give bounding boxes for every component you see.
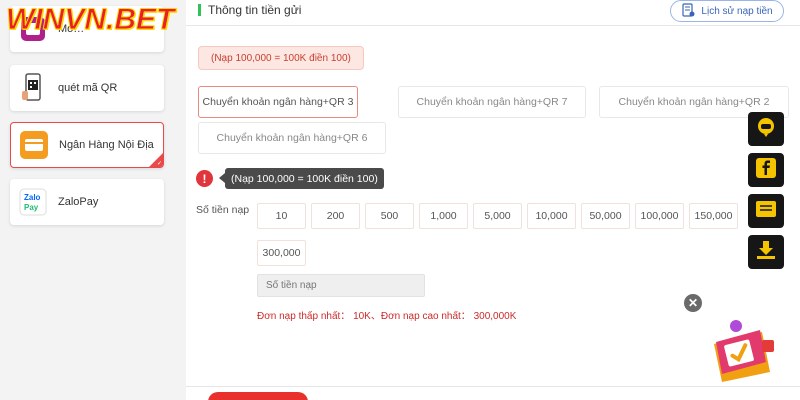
payment-method-label: Ngân Hàng Nội Địa [59, 139, 154, 151]
deposit-limit-text: Đơn nạp thấp nhất： 10K、Đơn nạp cao nhất：… [257, 311, 517, 322]
message-button[interactable] [748, 194, 784, 228]
history-document-icon [681, 2, 695, 20]
bank-option-qr6[interactable]: Chuyển khoản ngân hàng+QR 6 [198, 122, 386, 154]
amount-chip[interactable]: 5,000 [473, 203, 522, 229]
payment-method-label: quét mã QR [58, 82, 118, 94]
header-accent-bar [198, 4, 201, 16]
payment-method-sidebar: Mo… quét mã QR Ngân Hàng Nội Địa ✓ Zalo P… [0, 0, 186, 400]
payment-method-zalopay[interactable]: Zalo Pay ZaloPay [10, 179, 164, 225]
amount-chip[interactable]: 10 [257, 203, 306, 229]
submit-button[interactable] [208, 392, 308, 400]
amount-input[interactable] [257, 274, 425, 297]
facebook-button[interactable] [748, 153, 784, 187]
amount-chip[interactable]: 100,000 [635, 203, 684, 229]
zalopay-icon: Zalo Pay [18, 187, 48, 217]
payment-method-label: ZaloPay [58, 196, 99, 208]
close-promo-button[interactable]: ✕ [684, 294, 702, 312]
svg-text:Zalo: Zalo [24, 193, 41, 202]
deposit-history-button[interactable]: Lịch sử nạp tiền [670, 0, 784, 22]
amount-chip[interactable]: 1,000 [419, 203, 468, 229]
panel-header: Thông tin tiền gửi Lịch sử nạp tiền [186, 0, 800, 26]
footer-divider [186, 386, 800, 387]
promo-gift-icon[interactable] [706, 318, 776, 384]
page-title: Thông tin tiền gửi [208, 3, 302, 17]
bank-card-icon [19, 130, 49, 160]
bank-option-qr3[interactable]: Chuyển khoản ngân hàng+QR 3 [198, 86, 358, 118]
brand-logo: WINVN.BET [5, 3, 175, 37]
amount-chip[interactable]: 50,000 [581, 203, 630, 229]
download-icon [755, 239, 777, 266]
message-icon [755, 199, 777, 224]
deposit-history-label: Lịch sử nạp tiền [701, 5, 773, 17]
amount-chip[interactable]: 10,000 [527, 203, 576, 229]
chat-support-button[interactable] [748, 112, 784, 146]
amount-chip[interactable]: 500 [365, 203, 414, 229]
payment-method-qr[interactable]: quét mã QR [10, 65, 164, 111]
amount-chip[interactable]: 150,000 [689, 203, 738, 229]
amount-chip[interactable]: 200 [311, 203, 360, 229]
check-icon: ✓ [156, 161, 162, 167]
qr-phone-icon [18, 73, 48, 103]
chat-support-icon [754, 115, 778, 144]
warning-icon[interactable]: ! [196, 170, 213, 187]
amount-label: Số tiền nạp [196, 204, 250, 216]
svg-text:Pay: Pay [24, 203, 39, 212]
rate-note-badge: (Nạp 100,000 = 100K điền 100) [198, 46, 364, 70]
bank-option-qr7[interactable]: Chuyển khoản ngân hàng+QR 7 [398, 86, 586, 118]
payment-method-local-bank[interactable]: Ngân Hàng Nội Địa ✓ [10, 122, 164, 168]
download-button[interactable] [748, 235, 784, 269]
facebook-icon [755, 157, 777, 184]
amount-chip[interactable]: 300,000 [257, 240, 306, 266]
rate-tooltip: (Nạp 100,000 = 100K điền 100) [219, 168, 384, 189]
